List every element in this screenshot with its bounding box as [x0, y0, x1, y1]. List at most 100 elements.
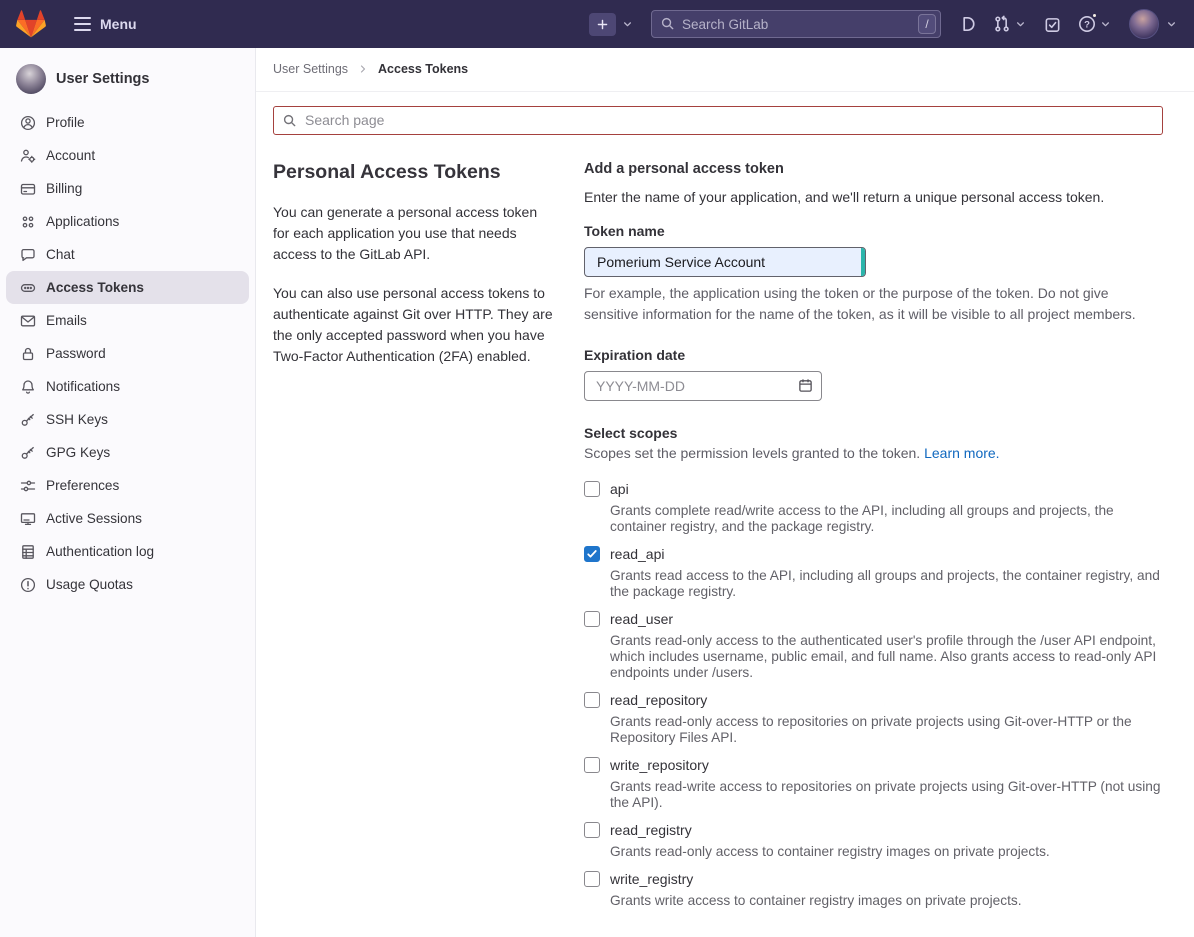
scope-name[interactable]: read_repository — [610, 690, 1163, 710]
issues-icon — [958, 15, 976, 33]
scope-description: Grants read-only access to the authentic… — [610, 633, 1163, 681]
scope-name[interactable]: read_registry — [610, 820, 1050, 840]
sidebar-item-gpg-keys[interactable]: GPG Keys — [6, 436, 249, 469]
scope-checkbox-write_repository[interactable] — [584, 757, 600, 773]
account-icon — [20, 148, 36, 164]
sidebar-item-notifications[interactable]: Notifications — [6, 370, 249, 403]
scope-checkbox-api[interactable] — [584, 481, 600, 497]
scope-row-write_repository: write_repositoryGrants read-write access… — [584, 755, 1163, 811]
expiration-date-label: Expiration date — [584, 347, 1163, 363]
search-shortcut-key: / — [918, 14, 936, 34]
sidebar-item-active-sessions[interactable]: Active Sessions — [6, 502, 249, 535]
scope-row-read_user: read_user Grants read-only access to the … — [584, 609, 1163, 681]
expiration-date-field — [584, 371, 822, 401]
access-tokens-icon — [20, 280, 36, 296]
sidebar-item-label: Chat — [46, 247, 75, 262]
page-title: Personal Access Tokens — [273, 161, 555, 184]
sidebar-item-ssh-keys[interactable]: SSH Keys — [6, 403, 249, 436]
billing-icon — [20, 181, 36, 197]
sidebar-item-preferences[interactable]: Preferences — [6, 469, 249, 502]
scope-description: Grants read-only access to repositories … — [610, 714, 1163, 746]
sidebar-item-label: Access Tokens — [46, 280, 144, 295]
sidebar-item-usage-quotas[interactable]: Usage Quotas — [6, 568, 249, 601]
page-search-input[interactable] — [273, 106, 1163, 135]
breadcrumb-parent[interactable]: User Settings — [273, 62, 348, 76]
password-icon — [20, 346, 36, 362]
svg-text:?: ? — [1084, 19, 1090, 30]
sidebar-item-label: SSH Keys — [46, 412, 108, 427]
gitlab-logo-icon[interactable] — [16, 9, 46, 39]
todos-icon — [1044, 16, 1061, 33]
sidebar-item-profile[interactable]: Profile — [6, 106, 249, 139]
emails-icon — [20, 313, 36, 329]
sidebar-header: User Settings — [0, 58, 255, 106]
sidebar-item-password[interactable]: Password — [6, 337, 249, 370]
sidebar-title: User Settings — [56, 71, 149, 87]
sidebar-item-emails[interactable]: Emails — [6, 304, 249, 337]
top-navbar: Menu / — [0, 0, 1194, 48]
scope-checkbox-read_repository[interactable] — [584, 692, 600, 708]
sidebar-item-billing[interactable]: Billing — [6, 172, 249, 205]
sidebar-item-authentication-log[interactable]: Authentication log — [6, 535, 249, 568]
search-input[interactable] — [651, 10, 941, 38]
merge-requests-dropdown[interactable] — [993, 15, 1027, 33]
select-scopes-label: Select scopes — [584, 425, 1163, 441]
preferences-icon — [20, 478, 36, 494]
sidebar-item-label: Notifications — [46, 379, 120, 394]
expiration-date-input[interactable] — [584, 371, 822, 401]
scope-description: Grants complete read/write access to the… — [610, 503, 1163, 535]
sidebar-item-label: Authentication log — [46, 544, 154, 559]
scope-checkbox-read_registry[interactable] — [584, 822, 600, 838]
form-section-description: Enter the name of your application, and … — [584, 189, 1163, 205]
breadcrumb: User Settings Access Tokens — [256, 48, 1194, 92]
scope-name[interactable]: read_api — [610, 544, 1163, 564]
global-search: / — [651, 10, 941, 38]
token-name-field — [584, 247, 866, 277]
token-name-input[interactable] — [584, 247, 866, 277]
sidebar-item-access-tokens[interactable]: Access Tokens — [6, 271, 249, 304]
scope-name[interactable]: write_repository — [610, 755, 1163, 775]
profile-icon — [20, 115, 36, 131]
page-description: You can generate a personal access token… — [273, 202, 555, 265]
chat-icon — [20, 247, 36, 263]
active-sessions-icon — [20, 511, 36, 527]
scope-checkbox-read_user[interactable] — [584, 611, 600, 627]
sidebar-item-applications[interactable]: Applications — [6, 205, 249, 238]
merge-request-icon — [993, 15, 1011, 33]
scope-row-read_api: read_apiGrants read access to the API, i… — [584, 544, 1163, 600]
learn-more-link[interactable]: Learn more. — [924, 445, 999, 461]
sidebar-item-label: Active Sessions — [46, 511, 142, 526]
sidebar-item-label: Preferences — [46, 478, 119, 493]
ssh-keys-icon — [20, 412, 36, 428]
sidebar-item-account[interactable]: Account — [6, 139, 249, 172]
scope-checkbox-read_api[interactable] — [584, 546, 600, 562]
calendar-icon[interactable] — [798, 378, 813, 393]
chevron-down-icon — [621, 18, 634, 31]
scope-name[interactable]: read_user — [610, 609, 1163, 629]
token-name-label: Token name — [584, 223, 1163, 239]
scope-row-read_registry: read_registry Grants read-only access to … — [584, 820, 1163, 860]
chevron-right-icon — [357, 63, 369, 75]
issues-button[interactable] — [958, 15, 976, 33]
user-menu-dropdown[interactable] — [1129, 9, 1178, 39]
menu-button[interactable]: Menu — [68, 11, 143, 37]
sidebar-item-chat[interactable]: Chat — [6, 238, 249, 271]
sidebar-item-label: Usage Quotas — [46, 577, 133, 592]
notification-dot — [1091, 12, 1098, 19]
new-item-dropdown[interactable] — [589, 13, 634, 36]
sidebar-item-label: Emails — [46, 313, 87, 328]
chevron-down-icon — [1014, 18, 1027, 31]
scope-checkbox-write_registry[interactable] — [584, 871, 600, 887]
scope-name[interactable]: api — [610, 479, 1163, 499]
form-section-title: Add a personal access token — [584, 161, 1163, 177]
scope-name[interactable]: write_registry — [610, 869, 1022, 889]
help-dropdown[interactable]: ? — [1078, 15, 1112, 33]
plus-icon — [589, 13, 616, 36]
search-icon — [660, 16, 675, 31]
applications-icon — [20, 214, 36, 230]
scope-row-write_registry: write_registryGrants write access to con… — [584, 869, 1163, 909]
scope-description: Grants read-only access to container reg… — [610, 844, 1050, 860]
todos-button[interactable] — [1044, 16, 1061, 33]
scope-row-read_repository: read_repository Grants read-only access t… — [584, 690, 1163, 746]
usage-quotas-icon — [20, 577, 36, 593]
